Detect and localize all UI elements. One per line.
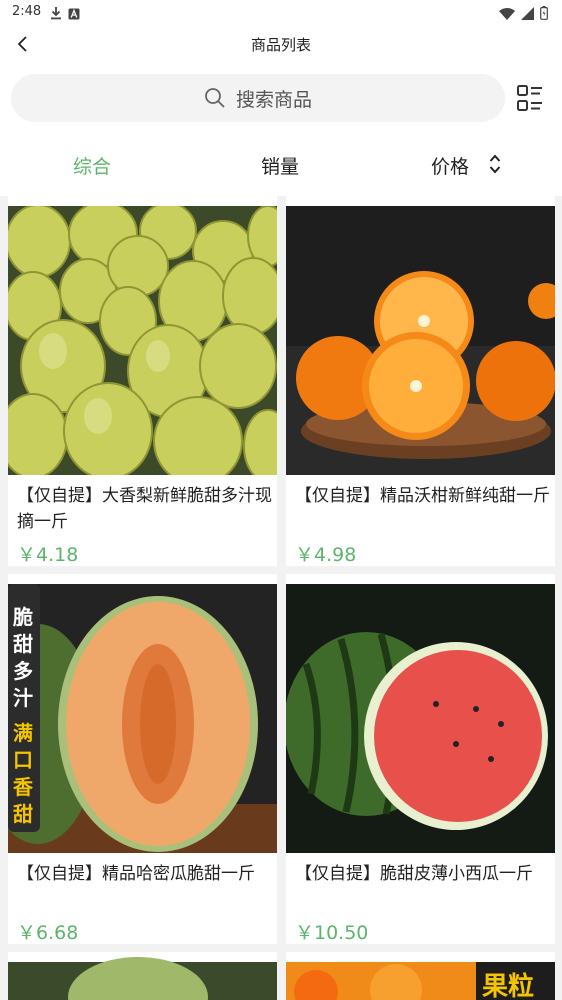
product-card-partial[interactable]	[8, 952, 277, 1000]
signal-icon	[521, 5, 534, 24]
download-icon	[50, 5, 62, 24]
search-icon	[205, 88, 225, 108]
product-image-watermelon	[286, 584, 555, 853]
sort-updown-icon[interactable]	[488, 153, 502, 175]
product-grid: 【仅自提】大香梨新鲜脆甜多汁现摘一斤 ￥4.18 【仅自提】精品沃柑新鲜纯甜一斤	[0, 196, 562, 1000]
page-title: 商品列表	[250, 36, 311, 54]
product-title: 【仅自提】脆甜皮薄小西瓜一斤	[295, 864, 533, 884]
image-banner-text: 果粒	[482, 972, 535, 1000]
image-text-top: 脆甜多汁	[13, 605, 33, 710]
product-card-partial[interactable]: 果粒	[286, 952, 555, 1000]
nav-bar: 商品列表	[0, 26, 562, 62]
list-layout-icon	[517, 85, 542, 111]
sort-tab-price[interactable]: 价格	[431, 152, 469, 179]
sort-tab-comprehensive[interactable]: 综合	[73, 152, 111, 179]
product-card[interactable]: 【仅自提】精品沃柑新鲜纯甜一斤 ￥4.98	[286, 196, 555, 566]
notification-a-icon	[68, 5, 80, 24]
search-placeholder: 搜索商品	[235, 88, 312, 111]
product-card[interactable]: 【仅自提】大香梨新鲜脆甜多汁现摘一斤 ￥4.18	[8, 196, 277, 566]
product-price: ￥10.50	[295, 922, 369, 944]
search-input[interactable]: 搜索商品	[11, 74, 505, 122]
image-text-bottom: 满口香甜	[13, 721, 33, 826]
product-image-pears	[8, 206, 277, 475]
product-price: ￥6.68	[17, 922, 79, 944]
status-bar: 2:48	[0, 0, 562, 26]
product-title: 【仅自提】大香梨新鲜脆甜多汁现摘一斤	[17, 486, 272, 532]
product-image-partial	[8, 957, 277, 1000]
product-image-mandarins	[286, 206, 555, 475]
status-time: 2:48	[12, 4, 42, 19]
product-title: 【仅自提】精品哈密瓜脆甜一斤	[17, 864, 255, 884]
product-card[interactable]: 脆甜多汁 满口香甜 【仅自提】精品哈密瓜脆甜一斤 ￥6.68	[8, 574, 277, 944]
layout-toggle-button[interactable]	[516, 84, 544, 112]
product-card[interactable]: 【仅自提】脆甜皮薄小西瓜一斤 ￥10.50	[286, 574, 555, 944]
product-image-hami-melon: 脆甜多汁 满口香甜	[8, 584, 277, 853]
sort-bar: 综合 销量 价格	[0, 134, 562, 196]
search-row: 搜索商品	[0, 62, 562, 134]
product-price: ￥4.98	[295, 544, 357, 566]
product-title: 【仅自提】精品沃柑新鲜纯甜一斤	[295, 486, 550, 506]
wifi-icon	[499, 5, 515, 24]
product-price: ￥4.18	[17, 544, 79, 566]
sort-tab-sales[interactable]: 销量	[261, 152, 299, 179]
battery-icon	[540, 5, 548, 24]
